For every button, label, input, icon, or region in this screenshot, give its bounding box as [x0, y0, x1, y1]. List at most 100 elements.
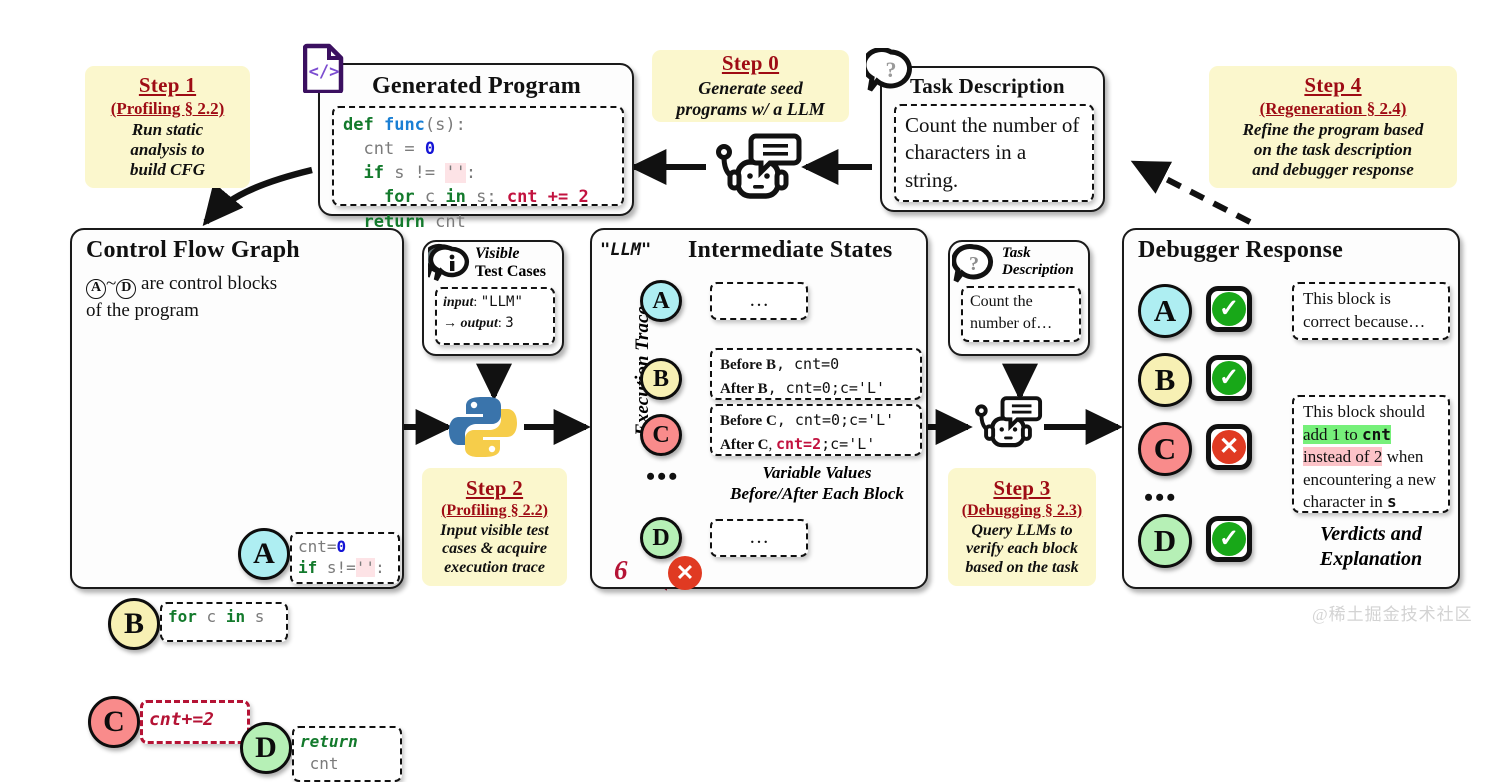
trace-state-b-after: After B, cnt=0;c='L': [720, 377, 912, 401]
verdict-badge-a-pass: ✓: [1206, 286, 1252, 332]
trace-c-after-label: After C: [720, 436, 769, 453]
step-2-body: Input visible test cases & acquire execu…: [440, 521, 549, 576]
debug-ellipsis: •••: [1144, 483, 1178, 512]
verdict-badge-c-fail: ✕: [1206, 424, 1252, 470]
intermediate-states-panel: Intermediate States "LLM" Execution Trac…: [590, 228, 928, 590]
trace-state-d-text: …: [749, 526, 769, 549]
step-4-subtitle: (Regeneration § 2.4): [1259, 99, 1407, 119]
trace-c-after-highlight: cnt=2: [775, 434, 822, 453]
intermediate-input-literal: "LLM": [600, 240, 652, 260]
trace-state-c-box: Before C, cnt=0;c='L' After C, cnt=2;c='…: [710, 404, 922, 456]
step-1-body: Run static analysis to build CFG: [129, 120, 206, 179]
cfg-title: Control Flow Graph: [86, 237, 300, 263]
step-3-subtitle: (Debugging § 2.3): [961, 501, 1083, 519]
python-logo-icon: [448, 394, 518, 460]
vtc-output-value: 3: [505, 315, 514, 331]
step-4-body: Refine the program based on the task des…: [1242, 120, 1424, 179]
control-flow-graph-panel: Control Flow Graph A ~ D are control block…: [70, 228, 404, 782]
debug-node-b[interactable]: B: [1138, 353, 1192, 407]
task-description-small-text: Count the number of…: [970, 293, 1053, 333]
llm-robot-icon: [712, 130, 804, 208]
trace-result-fail-icon: ✕: [668, 556, 702, 590]
svg-text:?: ?: [969, 253, 979, 275]
cfg-node-c[interactable]: C: [88, 696, 140, 748]
cfg-node-b-code: for c in s: [160, 602, 288, 642]
task-description-title: Task Description: [910, 74, 1065, 98]
trace-state-d-box: …: [710, 519, 808, 557]
task-description-text-box: Count the number of characters in a stri…: [894, 104, 1094, 202]
cfg-node-a[interactable]: A: [238, 528, 290, 580]
debugger-response-caption: Verdicts and Explanation: [1319, 523, 1423, 570]
dec-part-1: add 1 to: [1303, 424, 1363, 444]
generated-program-panel: Generated Program def func(s): cnt = 0 i…: [318, 63, 634, 232]
step-2-title: Step 2: [465, 475, 524, 500]
trace-state-a-text: …: [749, 289, 769, 312]
intermediate-states-caption: Variable Values Before/After Each Block: [730, 463, 904, 504]
program-code: def func(s): cnt = 0 if s != '': for c i…: [343, 115, 589, 232]
trace-result-value: 6: [614, 555, 628, 585]
step-4-note: Step 4 (Regeneration § 2.4) Refine the p…: [1209, 66, 1457, 188]
watermark: @稀土掘金技术社区: [1312, 605, 1473, 624]
cfg-node-c-code: cnt+=2: [140, 700, 250, 744]
task-description-small-box: Count the number of…: [961, 286, 1081, 342]
code-file-icon: </>: [302, 43, 345, 95]
cfg-node-a-code: cnt=0 if s!='':: [290, 532, 400, 584]
vtc-output-row: → output: 3: [443, 315, 514, 331]
debugger-response-panel: Debugger Response A ✓ This block is corr…: [1122, 228, 1460, 589]
cfg-subtitle: A ~ D are control blocks of the program: [86, 273, 278, 321]
vtc-input-row: input: "LLM": [443, 294, 523, 310]
debug-node-d[interactable]: D: [1138, 514, 1192, 568]
visible-test-cases-title: Visible Test Cases: [475, 245, 546, 280]
trace-b-before-val: , cnt=0: [775, 355, 840, 373]
cfg-node-b[interactable]: B: [108, 598, 160, 650]
dec-part-2: cnt: [1362, 424, 1391, 444]
vtc-arrow: →: [443, 316, 457, 331]
trace-node-c[interactable]: C: [640, 414, 682, 456]
step-0-title: Step 0: [721, 51, 780, 76]
trace-state-b-box: Before B, cnt=0 After B, cnt=0;c='L': [710, 348, 922, 400]
svg-text:?: ?: [886, 57, 897, 82]
step-1-note: Step 1 (Profiling § 2.2) Run static anal…: [85, 66, 250, 188]
debug-node-a[interactable]: A: [1138, 284, 1192, 338]
dec-part-5: s: [1387, 492, 1397, 512]
trace-node-b[interactable]: B: [640, 358, 682, 400]
verdict-badge-b-pass: ✓: [1206, 355, 1252, 401]
trace-state-c-after: After C, cnt=2;c='L': [720, 434, 876, 453]
debug-explanation-a-text: This block is correct because…: [1303, 289, 1426, 331]
question-bubble-icon: ?: [861, 47, 916, 96]
llm-robot-icon-2: [972, 392, 1044, 456]
trace-b-after-label: After B: [720, 380, 768, 397]
debugger-response-title: Debugger Response: [1138, 237, 1343, 263]
vtc-title-line1: Visible: [475, 245, 520, 262]
step-4-title: Step 4: [1304, 73, 1362, 98]
trace-c-after-val: ;c='L': [821, 434, 876, 453]
vtc-output-label: output: [460, 316, 498, 331]
question-bubble-icon-small: ?: [951, 243, 998, 287]
dec-part-3: instead of 2: [1303, 447, 1383, 467]
dec-part-0: This block should: [1303, 402, 1425, 421]
trace-node-d[interactable]: D: [640, 517, 682, 559]
vtc-input-label: input: [443, 295, 474, 310]
trace-node-a[interactable]: A: [640, 280, 682, 322]
visible-test-cases-box: input: "LLM" → output: 3: [435, 287, 555, 345]
step-0-note: Step 0 Generate seed programs w/ a LLM: [652, 50, 849, 122]
vtc-input-value: "LLM": [480, 294, 523, 310]
cfg-subtitle-text: are control blocks of the program: [86, 273, 278, 321]
svg-text:</>: </>: [309, 62, 340, 82]
trace-b-after-val: , cnt=0;c='L': [767, 378, 886, 397]
cfg-node-d-code: return cnt: [292, 726, 402, 782]
cfg-node-d[interactable]: D: [240, 722, 292, 774]
step-1-subtitle: (Profiling § 2.2): [110, 99, 225, 119]
trace-state-c-before: Before C, cnt=0;c='L': [720, 409, 912, 433]
trace-ellipsis: •••: [646, 462, 680, 491]
info-bubble-icon: [423, 243, 476, 285]
verdict-badge-d-pass: ✓: [1206, 516, 1252, 562]
trace-state-a-box: …: [710, 282, 808, 320]
cfg-legend-a: A: [86, 279, 106, 299]
step-1-title: Step 1: [138, 73, 197, 98]
step-2-subtitle: (Profiling § 2.2): [441, 501, 548, 519]
debug-node-c[interactable]: C: [1138, 422, 1192, 476]
trace-b-before-label: Before B: [720, 357, 776, 373]
debug-explanation-c: This block should add 1 to cnt instead of…: [1292, 395, 1450, 513]
step-2-note: Step 2 (Profiling § 2.2) Input visible t…: [422, 468, 567, 586]
